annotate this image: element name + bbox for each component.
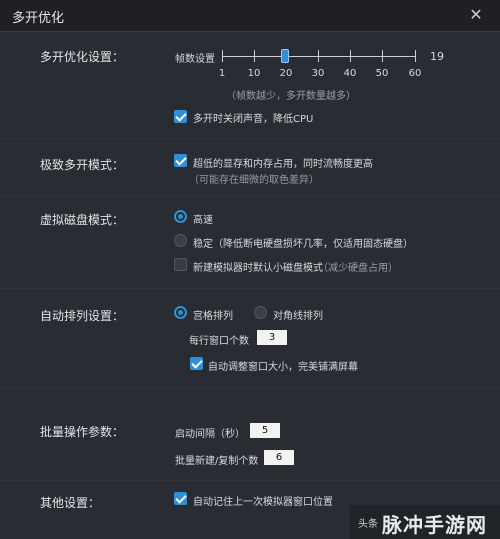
slider-tick-label: 20 — [279, 68, 293, 79]
watermark-small-text: 头条 — [358, 519, 378, 530]
mute-checkbox[interactable] — [174, 110, 187, 123]
extreme-option-label[interactable]: 超低的显存和内存占用，同时流畅度更高 — [193, 155, 373, 170]
batch-count-input[interactable]: 6 — [264, 450, 294, 465]
vdisk-section-label: 虚拟磁盘模式： — [40, 213, 125, 227]
vdisk-stable-label[interactable]: 稳定（降低断电硬盘损坏几率，仅适用固态硬盘） — [193, 235, 413, 250]
slider-tick-label: 10 — [247, 68, 261, 79]
extreme-option-note: （可能存在细微的取色差异） — [189, 175, 319, 186]
divider — [0, 138, 500, 139]
mute-label[interactable]: 多开时关闭声音，降低CPU — [193, 110, 313, 125]
slider-tick — [350, 50, 351, 62]
other-section-label: 其他设置： — [40, 496, 101, 510]
extreme-section-label: 极致多开模式： — [40, 158, 125, 172]
title-bar: 多开优化 ✕ — [0, 0, 500, 32]
vdisk-fast-radio[interactable] — [174, 210, 187, 223]
vdisk-fast-label[interactable]: 高速 — [193, 211, 213, 226]
slider-tick — [415, 50, 416, 62]
new-small-disk-checkbox[interactable] — [174, 258, 187, 271]
per-row-input[interactable]: 3 — [257, 330, 287, 345]
multi-open-section-label: 多开优化设置： — [40, 50, 125, 64]
diagonal-arrange-radio[interactable] — [254, 306, 267, 319]
fps-slider-track[interactable] — [222, 56, 416, 57]
divider — [0, 480, 500, 481]
grid-arrange-label[interactable]: 宫格排列 — [193, 307, 233, 322]
divider — [0, 196, 500, 197]
window-title: 多开优化 — [12, 11, 65, 26]
slider-tick — [222, 50, 223, 62]
batch-count-label: 批量新建/复制个数 — [175, 456, 259, 467]
slider-tick-label: 60 — [408, 68, 422, 79]
auto-resize-checkbox[interactable] — [190, 357, 203, 370]
fps-value: 19 — [430, 50, 444, 63]
slider-tick — [318, 50, 319, 62]
divider — [0, 388, 500, 389]
close-icon[interactable]: ✕ — [466, 5, 486, 25]
arrange-section-label: 自动排列设置： — [40, 309, 125, 323]
slider-tick-label: 1 — [218, 68, 226, 79]
batch-section-label: 批量操作参数： — [40, 425, 125, 439]
interval-input[interactable]: 5 — [250, 423, 280, 438]
slider-tick-label: 30 — [311, 68, 325, 79]
fps-hint: （帧数越少，多开数量越多） — [226, 91, 356, 102]
fps-slider-thumb[interactable] — [281, 49, 289, 63]
new-small-disk-label[interactable]: 新建模拟器时默认小磁盘模式 — [193, 259, 323, 274]
watermark-text: 脉冲手游网 — [382, 513, 487, 537]
remember-position-checkbox[interactable] — [174, 492, 187, 505]
remember-position-label[interactable]: 自动记住上一次模拟器窗口位置 — [193, 493, 333, 508]
diagonal-arrange-label[interactable]: 对角线排列 — [273, 307, 323, 322]
slider-tick-label: 40 — [343, 68, 357, 79]
grid-arrange-radio[interactable] — [174, 306, 187, 319]
per-row-label: 每行窗口个数 — [189, 336, 249, 347]
auto-resize-label[interactable]: 自动调整窗口大小，完美铺满屏幕 — [208, 358, 358, 373]
interval-label: 启动间隔（秒） — [175, 429, 245, 440]
new-small-disk-note: （减少硬盘占用） — [318, 263, 398, 274]
slider-tick — [254, 50, 255, 62]
slider-tick — [382, 50, 383, 62]
fps-label: 帧数设置 — [175, 54, 215, 65]
slider-tick-label: 50 — [375, 68, 389, 79]
divider — [0, 288, 500, 289]
vdisk-stable-radio[interactable] — [174, 234, 187, 247]
extreme-checkbox[interactable] — [174, 154, 187, 167]
